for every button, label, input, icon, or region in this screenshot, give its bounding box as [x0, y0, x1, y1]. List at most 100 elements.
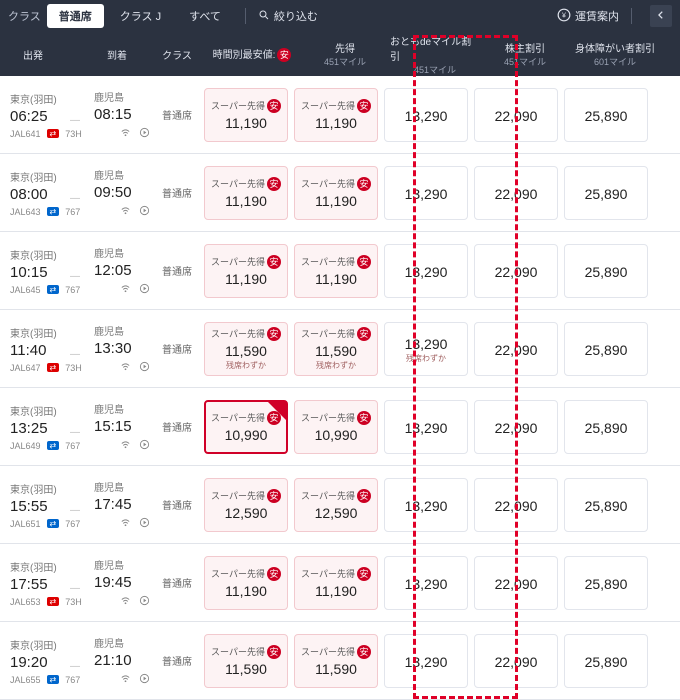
- fare-card[interactable]: スーパー先得安 11,190: [204, 88, 288, 142]
- fare-card[interactable]: スーパー先得安 12,590: [204, 478, 288, 532]
- fare-price: 12,590: [225, 505, 268, 521]
- cheap-badge-icon: 安: [357, 645, 371, 659]
- fare-card[interactable]: スーパー先得安 11,190: [204, 244, 288, 298]
- fare-card[interactable]: 25,890: [564, 556, 648, 610]
- fare-card[interactable]: 22,090: [474, 244, 558, 298]
- fare-card[interactable]: 25,890: [564, 478, 648, 532]
- fare-type-label: スーパー先得安: [211, 645, 281, 659]
- few-seats-note: 残席わずか: [406, 353, 446, 364]
- aircraft-badge: ⇄: [47, 285, 60, 294]
- fare-type-label: スーパー先得安: [301, 489, 371, 503]
- fare-guide-label: 運賃案内: [575, 8, 619, 24]
- fare-price: 25,890: [585, 420, 628, 436]
- aircraft-type: 767: [65, 207, 80, 217]
- cabin-class: 普通席: [150, 185, 204, 200]
- fare-card[interactable]: スーパー先得安 11,190: [204, 166, 288, 220]
- aircraft-badge: ⇄: [47, 207, 60, 216]
- play-icon: [139, 127, 150, 140]
- filter-label: 絞り込む: [274, 8, 318, 24]
- arrival-block: 鹿児島 08:15: [84, 89, 150, 140]
- fare-card[interactable]: 22,090: [474, 166, 558, 220]
- hdr-sakidoku[interactable]: 先得 451マイル: [300, 40, 390, 68]
- fare-card[interactable]: 13,290: [384, 400, 468, 454]
- arrival-airport: 鹿児島: [94, 401, 124, 416]
- cheap-badge-icon: 安: [357, 255, 371, 269]
- fare-card[interactable]: 25,890: [564, 166, 648, 220]
- fare-card[interactable]: 25,890: [564, 400, 648, 454]
- flight-number: JAL651: [10, 519, 41, 529]
- yen-icon: ¥: [557, 8, 571, 25]
- fare-card[interactable]: 13,290: [384, 478, 468, 532]
- arrival-airport: 鹿児島: [94, 89, 124, 104]
- fare-price: 10,990: [315, 427, 358, 443]
- fare-price: 13,290: [405, 186, 448, 202]
- play-icon: [139, 283, 150, 296]
- flight-row: 東京(羽田) 11:40 JAL647 ⇄ 73H — 鹿児島 13:30 普通…: [0, 310, 680, 388]
- fare-card[interactable]: スーパー先得安 11,190: [204, 556, 288, 610]
- fare-card[interactable]: 13,290: [384, 244, 468, 298]
- fare-card[interactable]: スーパー先得安 11,590 残席わずか: [204, 322, 288, 376]
- cheap-badge-icon: 安: [267, 645, 281, 659]
- aircraft-badge: ⇄: [47, 363, 60, 372]
- fare-card[interactable]: 25,890: [564, 88, 648, 142]
- fare-cells: スーパー先得安 11,590 残席わずか スーパー先得安 11,590 残席わず…: [204, 322, 648, 376]
- cabin-class: 普通席: [150, 419, 204, 434]
- fare-card[interactable]: 22,090: [474, 634, 558, 688]
- fare-card[interactable]: 25,890: [564, 634, 648, 688]
- fare-price: 11,190: [225, 115, 267, 131]
- hdr-kabunushi[interactable]: 株主割引 451マイル: [480, 40, 570, 68]
- fare-card[interactable]: 25,890: [564, 322, 648, 376]
- departure-airport: 東京(羽田): [10, 91, 57, 106]
- fare-type-label: スーパー先得安: [301, 567, 371, 581]
- chevron-left-icon: [656, 10, 666, 23]
- fare-card[interactable]: 22,090: [474, 322, 558, 376]
- fare-card[interactable]: 22,090: [474, 400, 558, 454]
- tab-economy[interactable]: 普通席: [47, 4, 104, 28]
- fare-card[interactable]: 13,290: [384, 634, 468, 688]
- fare-card[interactable]: スーパー先得安 10,990: [204, 400, 288, 454]
- hdr-otomo[interactable]: おともdeマイル割引 451マイル: [390, 33, 480, 76]
- fare-card[interactable]: スーパー先得安 11,590 残席わずか: [294, 322, 378, 376]
- fare-card[interactable]: 13,290: [384, 556, 468, 610]
- filter-button[interactable]: 絞り込む: [258, 8, 318, 24]
- hdr-shintai[interactable]: 身体障がい者割引 601マイル: [570, 40, 660, 68]
- arrival-airport: 鹿児島: [94, 557, 124, 572]
- tab-class-j[interactable]: クラス J: [108, 4, 173, 28]
- wifi-icon: [120, 283, 131, 296]
- fare-price: 10,990: [225, 427, 268, 443]
- fare-card[interactable]: 25,890: [564, 244, 648, 298]
- fare-card[interactable]: 22,090: [474, 88, 558, 142]
- fare-card[interactable]: スーパー先得安 11,190: [294, 88, 378, 142]
- cabin-class: 普通席: [150, 575, 204, 590]
- tab-all[interactable]: すべて: [177, 4, 233, 28]
- fare-card[interactable]: スーパー先得安 11,590: [294, 634, 378, 688]
- time-separator: —: [66, 115, 84, 126]
- time-separator: —: [66, 349, 84, 360]
- departure-block: 東京(羽田) 19:20 JAL655 ⇄ 767: [0, 637, 66, 685]
- fare-card[interactable]: スーパー先得安 11,190: [294, 556, 378, 610]
- fare-card[interactable]: 13,290: [384, 88, 468, 142]
- fare-card[interactable]: スーパー先得安 11,190: [294, 166, 378, 220]
- fare-guide-button[interactable]: ¥ 運賃案内: [557, 8, 619, 25]
- fare-card[interactable]: 22,090: [474, 556, 558, 610]
- svg-text:¥: ¥: [562, 12, 566, 19]
- fare-cells: スーパー先得安 11,190 スーパー先得安 11,190 13,290 22,…: [204, 244, 648, 298]
- arrival-block: 鹿児島 17:45: [84, 479, 150, 530]
- departure-time: 11:40: [10, 342, 46, 359]
- scroll-left-button[interactable]: [650, 5, 672, 27]
- fare-card[interactable]: スーパー先得安 12,590: [294, 478, 378, 532]
- fare-type-label: スーパー先得安: [301, 99, 371, 113]
- fare-card[interactable]: 22,090: [474, 478, 558, 532]
- fare-price: 25,890: [585, 498, 628, 514]
- aircraft-type: 767: [65, 519, 80, 529]
- fare-card[interactable]: スーパー先得安 10,990: [294, 400, 378, 454]
- fare-card[interactable]: スーパー先得安 11,590: [204, 634, 288, 688]
- fare-card[interactable]: スーパー先得安 11,190: [294, 244, 378, 298]
- aircraft-badge: ⇄: [47, 441, 60, 450]
- cheap-badge-icon: 安: [357, 567, 371, 581]
- fare-card[interactable]: 13,290 残席わずか: [384, 322, 468, 376]
- fare-card[interactable]: 13,290: [384, 166, 468, 220]
- aircraft-badge: ⇄: [47, 519, 60, 528]
- play-icon: [139, 595, 150, 608]
- departure-airport: 東京(羽田): [10, 325, 57, 340]
